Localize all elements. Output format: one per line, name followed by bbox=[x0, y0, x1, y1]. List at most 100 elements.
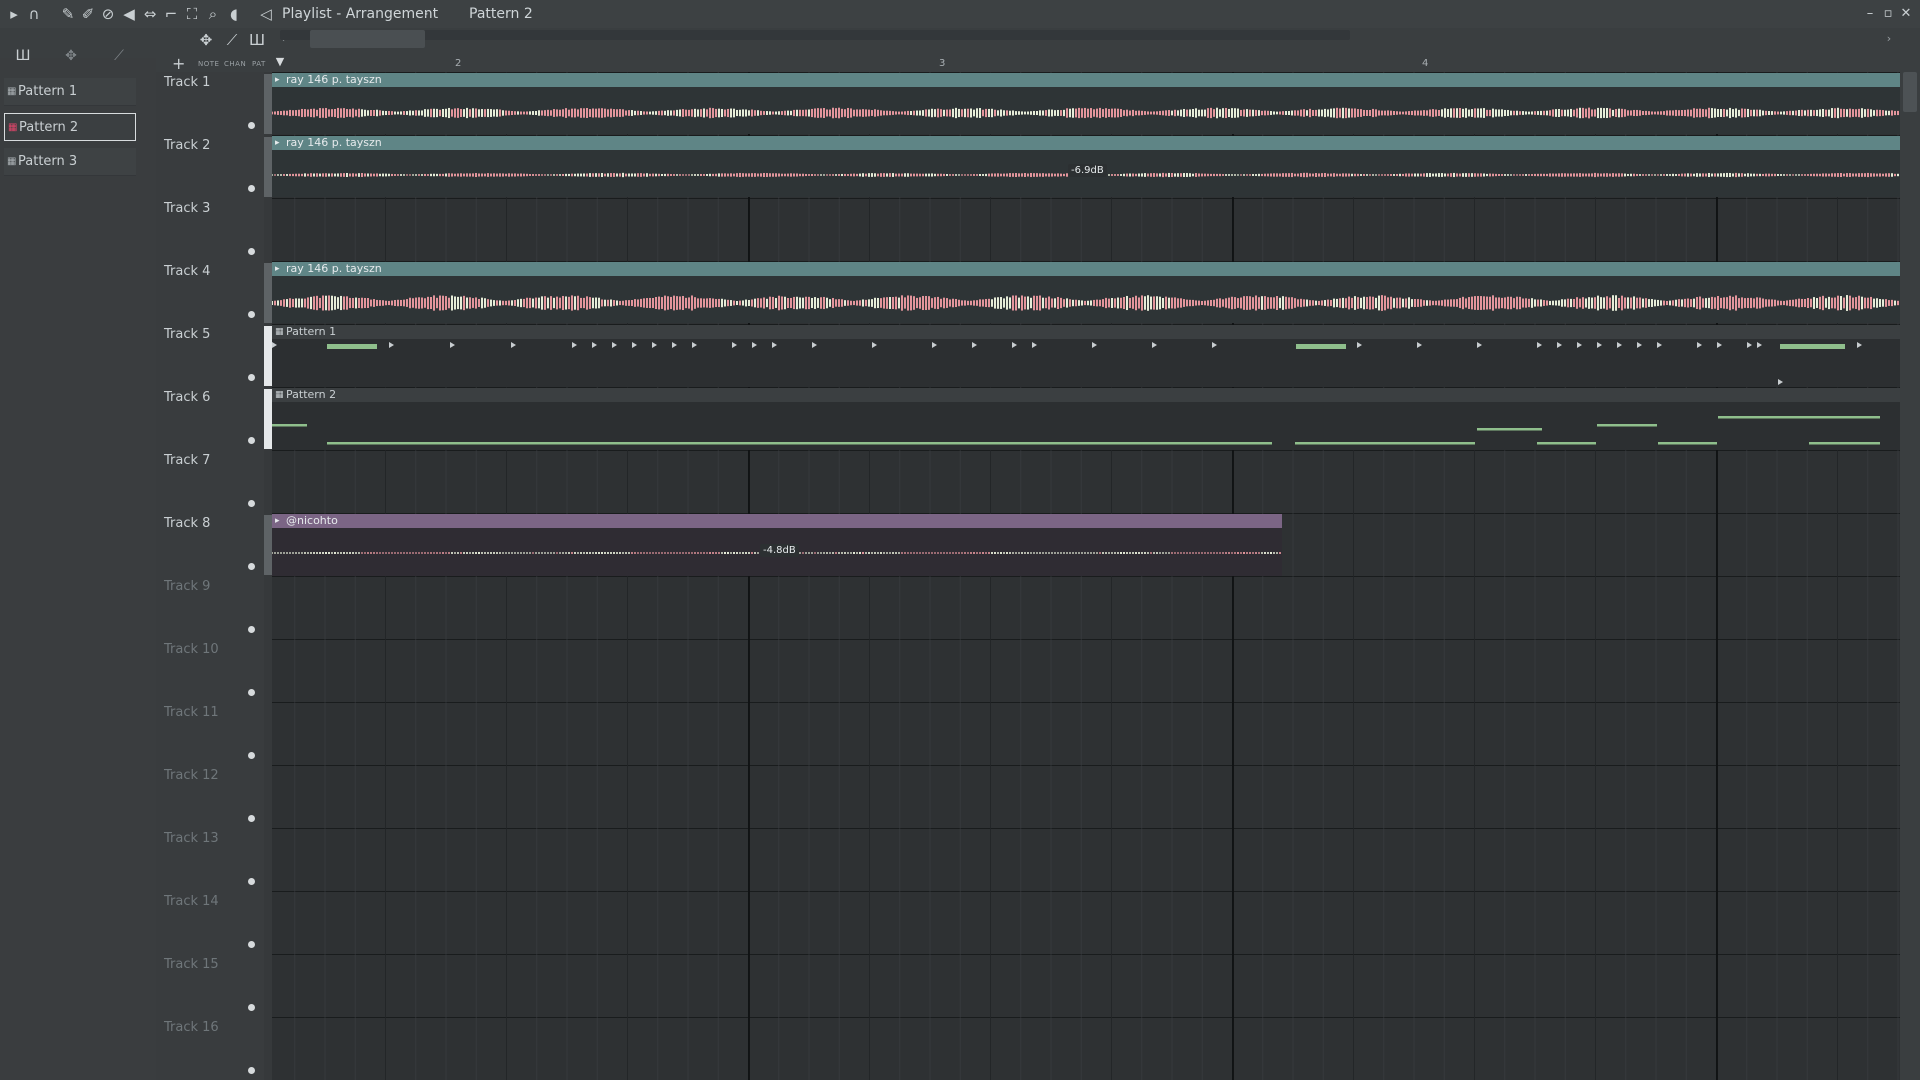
timeline-ruler[interactable] bbox=[272, 56, 1900, 72]
track-label-16[interactable]: Track 16 bbox=[164, 1019, 219, 1037]
track-mute-dot-14[interactable] bbox=[248, 941, 255, 948]
track-mute-dot-1[interactable] bbox=[248, 122, 255, 129]
track-label-3[interactable]: Track 3 bbox=[164, 200, 210, 218]
track-label-15[interactable]: Track 15 bbox=[164, 956, 219, 974]
track-color-strip-4[interactable] bbox=[264, 263, 272, 323]
close-icon[interactable]: ✕ bbox=[1898, 4, 1914, 24]
picker-piano-icon[interactable]: Ш bbox=[10, 44, 36, 68]
pattern-icon: ▦ bbox=[275, 390, 284, 400]
clip-menu-icon[interactable]: ▸ bbox=[275, 262, 280, 276]
clip-gain-label: -6.9dB bbox=[1068, 164, 1107, 177]
mute-icon[interactable]: ◀ bbox=[119, 4, 139, 24]
delete-icon[interactable]: ⊘ bbox=[98, 4, 118, 24]
chan-toggle[interactable]: CHAN bbox=[224, 60, 246, 68]
track-mute-dot-5[interactable] bbox=[248, 374, 255, 381]
pat-toggle[interactable]: PAT bbox=[252, 60, 266, 68]
audio-icon[interactable]: ◁ bbox=[256, 4, 276, 24]
track-color-strip-2[interactable] bbox=[264, 137, 272, 197]
track-mute-dot-15[interactable] bbox=[248, 1004, 255, 1011]
pattern-clip-track-5[interactable]: ▦ Pattern 1 bbox=[272, 325, 1900, 387]
track-mute-dot-12[interactable] bbox=[248, 815, 255, 822]
vertical-scroll-thumb[interactable] bbox=[1903, 72, 1917, 112]
maximize-icon[interactable]: ▫ bbox=[1880, 4, 1896, 24]
track-label-1[interactable]: Track 1 bbox=[164, 74, 210, 92]
track-color-strip-5[interactable] bbox=[264, 326, 272, 386]
audio-clip-track-4[interactable]: ▸ ray 146 p. tayszn bbox=[272, 262, 1900, 323]
playback-icon[interactable]: ◖ bbox=[224, 4, 244, 24]
paint-brush-icon[interactable]: ✐ bbox=[78, 4, 98, 24]
playhead-marker-icon[interactable]: ▼ bbox=[270, 52, 290, 72]
track-mute-dot-3[interactable] bbox=[248, 248, 255, 255]
track-label-11[interactable]: Track 11 bbox=[164, 704, 219, 722]
ruler-bar-3: 3 bbox=[939, 58, 946, 69]
current-pattern-breadcrumb[interactable]: Pattern 2 bbox=[469, 4, 533, 24]
clip-menu-icon[interactable]: ▸ bbox=[275, 514, 280, 528]
clip-menu-icon[interactable]: ▸ bbox=[275, 136, 280, 150]
add-track-icon[interactable]: + bbox=[172, 54, 185, 73]
clip-header[interactable]: ▸ ray 146 p. tayszn bbox=[272, 136, 1900, 150]
track-label-12[interactable]: Track 12 bbox=[164, 767, 219, 785]
track-mute-dot-8[interactable] bbox=[248, 563, 255, 570]
horizontal-scroll-thumb[interactable] bbox=[310, 30, 425, 48]
slip-icon[interactable]: ⇔ bbox=[140, 4, 160, 24]
clip-header[interactable]: ▦ Pattern 2 bbox=[272, 388, 1900, 402]
minimize-icon[interactable]: – bbox=[1862, 4, 1878, 24]
horizontal-scrollbar[interactable] bbox=[280, 30, 1350, 40]
track-label-4[interactable]: Track 4 bbox=[164, 263, 210, 281]
clip-name: @nicohto bbox=[286, 514, 338, 527]
slice-icon[interactable]: ⌐ bbox=[161, 4, 181, 24]
picker-pattern-1[interactable]: ▦ Pattern 1 bbox=[4, 78, 136, 106]
track-mute-dot-9[interactable] bbox=[248, 626, 255, 633]
track-label-8[interactable]: Track 8 bbox=[164, 515, 210, 533]
track-mute-dot-6[interactable] bbox=[248, 437, 255, 444]
track-label-7[interactable]: Track 7 bbox=[164, 452, 210, 470]
stretch-icon[interactable]: ⟋ bbox=[222, 30, 242, 50]
track-label-10[interactable]: Track 10 bbox=[164, 641, 219, 659]
clip-header[interactable]: ▦ Pattern 1 bbox=[272, 325, 1900, 339]
track-label-6[interactable]: Track 6 bbox=[164, 389, 210, 407]
track-label-9[interactable]: Track 9 bbox=[164, 578, 210, 596]
track-mute-dot-16[interactable] bbox=[248, 1067, 255, 1074]
track-label-5[interactable]: Track 5 bbox=[164, 326, 210, 344]
picker-pattern-3[interactable]: ▦ Pattern 3 bbox=[4, 148, 136, 176]
vertical-scrollbar[interactable] bbox=[1900, 58, 1920, 1080]
snap-icon[interactable]: ✥ bbox=[196, 30, 216, 50]
track-mute-dot-2[interactable] bbox=[248, 185, 255, 192]
track-mute-dot-13[interactable] bbox=[248, 878, 255, 885]
clip-header[interactable]: ▸ ray 146 p. tayszn bbox=[272, 262, 1900, 276]
track-color-strip-8[interactable] bbox=[264, 515, 272, 575]
track-mute-dot-10[interactable] bbox=[248, 689, 255, 696]
picker-pattern-label: Pattern 3 bbox=[18, 154, 78, 169]
scroll-right-arrow-icon[interactable]: › bbox=[1882, 30, 1896, 48]
track-label-2[interactable]: Track 2 bbox=[164, 137, 210, 155]
pattern-clip-track-6[interactable]: ▦ Pattern 2 bbox=[272, 388, 1900, 450]
window-title: Playlist - Arrangement bbox=[282, 6, 439, 22]
pencil-icon[interactable]: ✎ bbox=[58, 4, 78, 24]
picker-pattern-2[interactable]: ▦ Pattern 2 bbox=[4, 113, 136, 141]
note-preview bbox=[272, 416, 1880, 445]
zoom-icon[interactable]: ⌕ bbox=[203, 4, 223, 24]
audio-clip-track-2[interactable]: ▸ ray 146 p. tayszn -6.9dB bbox=[272, 136, 1900, 197]
audio-clip-track-8[interactable]: ▸ @nicohto -4.8dB bbox=[272, 514, 1282, 576]
arrangement-grid[interactable] bbox=[272, 72, 1900, 1080]
picker-pattern-label: Pattern 2 bbox=[19, 120, 79, 135]
picker-audio-icon[interactable]: ✥ bbox=[58, 44, 84, 68]
magnet-icon[interactable]: ∩ bbox=[24, 4, 44, 24]
note-toggle[interactable]: NOTE bbox=[198, 60, 219, 68]
track-mute-dot-4[interactable] bbox=[248, 311, 255, 318]
track-mute-dot-7[interactable] bbox=[248, 500, 255, 507]
clip-header[interactable]: ▸ ray 146 p. tayszn bbox=[272, 73, 1900, 87]
track-color-strip-6[interactable] bbox=[264, 389, 272, 449]
track-mute-dot-11[interactable] bbox=[248, 752, 255, 759]
clip-header[interactable]: ▸ @nicohto bbox=[272, 514, 1282, 528]
play-arrow-icon[interactable]: ▸ bbox=[4, 4, 24, 24]
piano-keys-icon[interactable]: Ш bbox=[247, 30, 267, 50]
audio-clip-track-1[interactable]: ▸ ray 146 p. tayszn bbox=[272, 73, 1900, 134]
clip-menu-icon[interactable]: ▸ bbox=[275, 73, 280, 87]
track-label-13[interactable]: Track 13 bbox=[164, 830, 219, 848]
track-label-14[interactable]: Track 14 bbox=[164, 893, 219, 911]
picker-automation-icon[interactable]: ⟋ bbox=[106, 44, 132, 68]
select-icon[interactable]: ⛶ bbox=[182, 4, 202, 24]
breadcrumb-arrow[interactable]: › bbox=[496, 4, 500, 24]
track-color-strip-1[interactable] bbox=[264, 74, 272, 134]
